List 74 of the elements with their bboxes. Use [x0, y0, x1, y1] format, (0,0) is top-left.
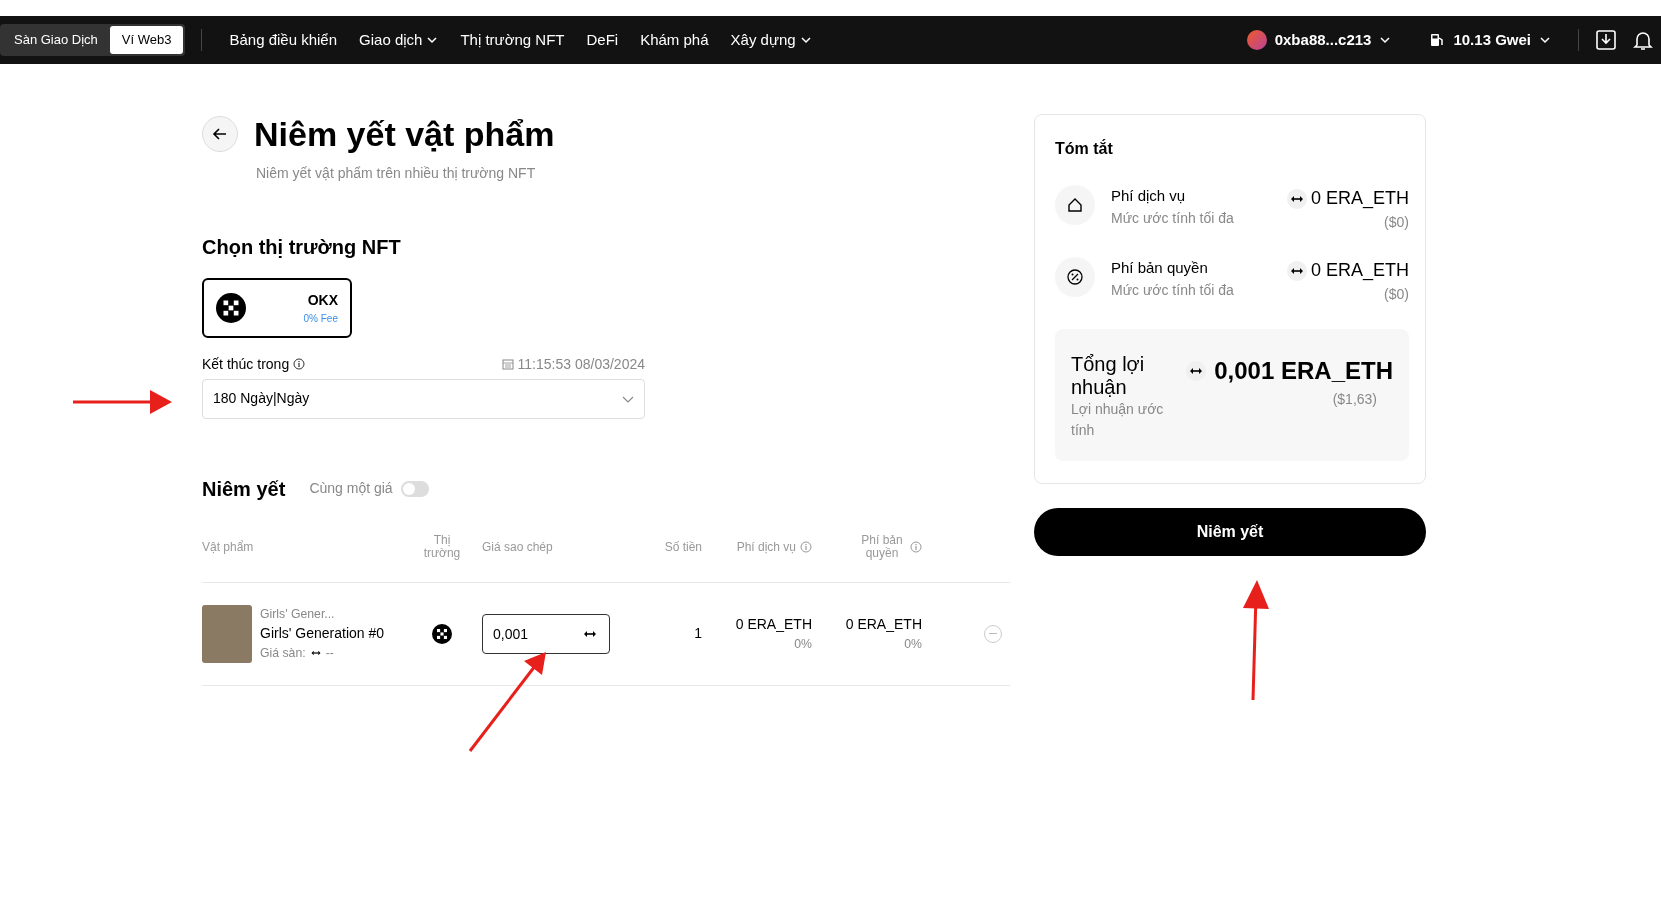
gas-price-button[interactable]: 10.13 Gwei: [1418, 28, 1562, 52]
page-subtitle: Niêm yết vật phẩm trên nhiều thị trường NFT: [256, 163, 537, 183]
fee-percent: 0%: [793, 636, 812, 654]
fee-percent: 0%: [903, 636, 922, 654]
photo-placeholder: [202, 604, 252, 663]
fee-amount: 0 ERA_ETH: [1310, 187, 1409, 211]
nav-tab[interactable]: Sàn Giao Dịch: [2, 26, 110, 54]
column-header: Phí dịch vụ: [736, 540, 796, 554]
page-title: Niêm yết vật phẩm: [254, 114, 555, 155]
collection-name: Girls' Gener...: [260, 605, 336, 623]
column-header: Vật phẩm: [202, 540, 254, 554]
nav-menu-item[interactable]: Khám phá: [629, 28, 720, 52]
caret-icon: [426, 34, 439, 46]
house-icon: [1066, 196, 1084, 214]
minus-icon: [989, 632, 997, 635]
floor-price-label: Giá sàn:: [260, 645, 306, 663]
fee-value: 0 ERA_ETH: [735, 615, 812, 635]
info-icon: [910, 540, 922, 553]
swap-arrows-icon: [1286, 188, 1307, 209]
floor-price-value: --: [325, 645, 334, 663]
total-note: Lợi nhuận ước tính: [1071, 400, 1165, 440]
price-input[interactable]: 0,001: [482, 613, 610, 654]
end-date-text: 11:15:53 08/03/2024: [517, 354, 645, 374]
column-header: Thị trường: [422, 534, 462, 560]
summary-title: Tóm tắt: [1055, 138, 1114, 159]
field-label: Kết thúc trong: [202, 354, 290, 374]
nav-menu-item[interactable]: Xây dựng: [719, 28, 823, 52]
duration-dropdown[interactable]: 180 Ngày|Ngày: [202, 378, 645, 419]
nav-menu-item[interactable]: Giao dịch: [348, 28, 450, 52]
fee-value: 0 ERA_ETH: [845, 615, 922, 635]
marketplace-card[interactable]: OKX 0% Fee: [202, 277, 352, 338]
section-title: Niêm yết: [202, 476, 286, 502]
column-header: Số tiền: [664, 540, 702, 554]
caret-icon: [1379, 34, 1392, 46]
account-button[interactable]: 0xba88...c213: [1235, 28, 1403, 52]
list-button[interactable]: Niêm yết: [1034, 508, 1426, 556]
info-icon: [293, 358, 306, 371]
info-icon: [800, 540, 812, 553]
amount-text: 1: [694, 624, 702, 644]
fee-label: Phí dịch vụ: [1111, 186, 1187, 206]
bell-icon[interactable]: [1633, 29, 1653, 51]
nav-menu-item[interactable]: DeFi: [575, 28, 630, 52]
fee-amount: 0 ERA_ETH: [1310, 259, 1409, 283]
okx-logo-icon: [216, 292, 246, 323]
same-price-toggle[interactable]: [400, 480, 429, 497]
caret-icon: [799, 34, 812, 46]
fee-note: Mức ước tính tối đa: [1111, 280, 1235, 300]
fee-label: Phí bản quyền: [1111, 258, 1209, 278]
item-name: Girls' Generation #0: [260, 624, 385, 644]
caret-icon: [1539, 34, 1551, 46]
fuel-pump-icon: [1429, 32, 1446, 48]
avatar-circle: [1246, 30, 1267, 50]
swap-arrows-icon: [1286, 260, 1307, 281]
nav-menu-item[interactable]: Thị trường NFT: [449, 28, 576, 52]
total-label: Tổng lợi nhuận: [1071, 353, 1146, 399]
nav-tab[interactable]: Ví Web3: [109, 26, 184, 54]
nav-menu-item[interactable]: Bảng điều khiển: [218, 28, 349, 52]
download-icon[interactable]: [1595, 29, 1617, 51]
column-header: Phí bản quyền: [860, 534, 904, 560]
marketplace-name: OKX: [306, 290, 338, 310]
percent-circle-icon: [1066, 268, 1084, 286]
fee-note: Mức ước tính tối đa: [1111, 208, 1235, 228]
column-header: Giá sao chép: [482, 540, 553, 554]
okx-logo-icon: [432, 623, 452, 644]
total-amount: 0,001 ERA_ETH: [1214, 356, 1393, 386]
marketplace-fee: 0% Fee: [303, 311, 338, 326]
section-title: Chọn thị trường NFT: [202, 234, 402, 260]
usd-value: ($0): [1383, 213, 1409, 232]
usd-value: ($0): [1383, 285, 1409, 304]
swap-arrows-icon: [1186, 361, 1207, 381]
toggle-label: Cùng một giá: [309, 479, 393, 499]
usd-value: ($1,63): [1331, 390, 1377, 409]
calendar-icon: [501, 358, 514, 371]
back-button[interactable]: [202, 116, 238, 153]
